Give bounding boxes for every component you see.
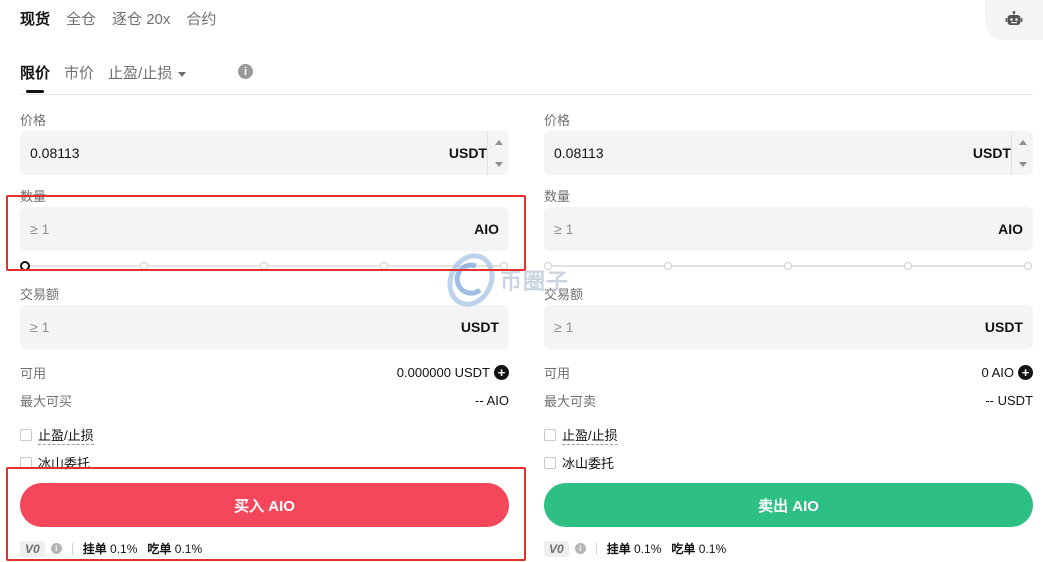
- caret-up-icon: [494, 139, 503, 145]
- sell-quantity-slider[interactable]: [544, 260, 1033, 272]
- increment-button[interactable]: [488, 131, 509, 153]
- amount-unit: USDT: [460, 319, 499, 335]
- max-buy-value: -- AIO: [475, 393, 509, 408]
- available-value: 0.000000 USDT: [396, 365, 490, 380]
- price-unit: USDT: [972, 145, 1011, 161]
- vip-level-badge[interactable]: V0: [544, 540, 569, 557]
- available-row: 可用 0.000000 USDT +: [20, 363, 509, 382]
- maker-fee-label: 挂单: [606, 542, 631, 556]
- price-label: 价格: [544, 113, 571, 128]
- buy-amount-input[interactable]: ≥ 1 USDT: [20, 305, 509, 349]
- tpsl-checkbox-label: 止盈/止损: [562, 425, 618, 445]
- available-value: 0 AIO: [981, 365, 1014, 380]
- available-row: 可用 0 AIO +: [544, 363, 1033, 382]
- available-label: 可用: [544, 366, 571, 381]
- price-label: 价格: [20, 113, 47, 128]
- plus-circle-icon[interactable]: +: [1018, 365, 1033, 380]
- caret-down-icon: [1018, 161, 1027, 167]
- price-value: 0.08113: [30, 145, 80, 161]
- quantity-label: 数量: [544, 189, 571, 204]
- sell-quantity-input[interactable]: ≥ 1 AIO: [544, 207, 1033, 251]
- max-sell-value: -- USDT: [985, 393, 1033, 408]
- decrement-button[interactable]: [1012, 153, 1033, 175]
- taker-fee-label: 吃单: [671, 542, 696, 556]
- amount-placeholder: ≥ 1: [30, 319, 50, 335]
- max-sell-row: 最大可卖 -- USDT: [544, 391, 1033, 410]
- price-stepper[interactable]: [487, 131, 509, 175]
- tpsl-checkbox-label: 止盈/止损: [38, 425, 94, 445]
- slider-stop[interactable]: [1024, 262, 1032, 270]
- sell-price-input[interactable]: 0.08113 USDT: [544, 131, 1033, 175]
- sell-panel: 价格 0.08113 USDT 数量 ≥ 1 AIO 交易额 ≥ 1 USDT …: [544, 0, 1033, 562]
- increment-button[interactable]: [1012, 131, 1033, 153]
- iceberg-checkbox-label: 冰山委托: [562, 456, 615, 471]
- slider-stop[interactable]: [664, 262, 672, 270]
- price-value: 0.08113: [554, 145, 604, 161]
- info-icon[interactable]: i: [574, 543, 586, 554]
- sell-amount-input[interactable]: ≥ 1 USDT: [544, 305, 1033, 349]
- tpsl-checkbox[interactable]: 止盈/止损: [20, 425, 94, 445]
- tpsl-checkbox[interactable]: 止盈/止损: [544, 425, 618, 445]
- price-unit: USDT: [448, 145, 487, 161]
- caret-up-icon: [1018, 139, 1027, 145]
- slider-stop[interactable]: [904, 262, 912, 270]
- slider-stop[interactable]: [784, 262, 792, 270]
- iceberg-checkbox[interactable]: 冰山委托: [544, 453, 614, 472]
- sell-button[interactable]: 卖出 AIO: [544, 483, 1033, 527]
- max-buy-row: 最大可买 -- AIO: [20, 391, 509, 410]
- amount-placeholder: ≥ 1: [554, 319, 574, 335]
- checkbox-box[interactable]: [544, 429, 556, 441]
- quantity-placeholder: ≥ 1: [554, 221, 574, 237]
- amount-unit: USDT: [984, 319, 1023, 335]
- taker-fee-value: 0.1%: [698, 542, 727, 556]
- plus-circle-icon[interactable]: +: [494, 365, 509, 380]
- caret-down-icon: [494, 161, 503, 167]
- amount-label: 交易额: [20, 287, 60, 302]
- decrement-button[interactable]: [488, 153, 509, 175]
- price-stepper[interactable]: [1011, 131, 1033, 175]
- maker-fee-value: 0.1%: [634, 542, 662, 556]
- highlight-box-buy: [6, 467, 526, 561]
- fee-info: V0 i 挂单 0.1% 吃单 0.1%: [544, 540, 726, 557]
- quantity-unit: AIO: [998, 221, 1023, 237]
- max-sell-label: 最大可卖: [544, 394, 597, 409]
- available-label: 可用: [20, 366, 47, 381]
- highlight-box-quantity: [6, 195, 526, 271]
- checkbox-box[interactable]: [544, 456, 556, 469]
- max-buy-label: 最大可买: [20, 394, 73, 409]
- buy-price-input[interactable]: 0.08113 USDT: [20, 131, 509, 175]
- checkbox-box[interactable]: [20, 429, 32, 441]
- separator: [595, 542, 597, 555]
